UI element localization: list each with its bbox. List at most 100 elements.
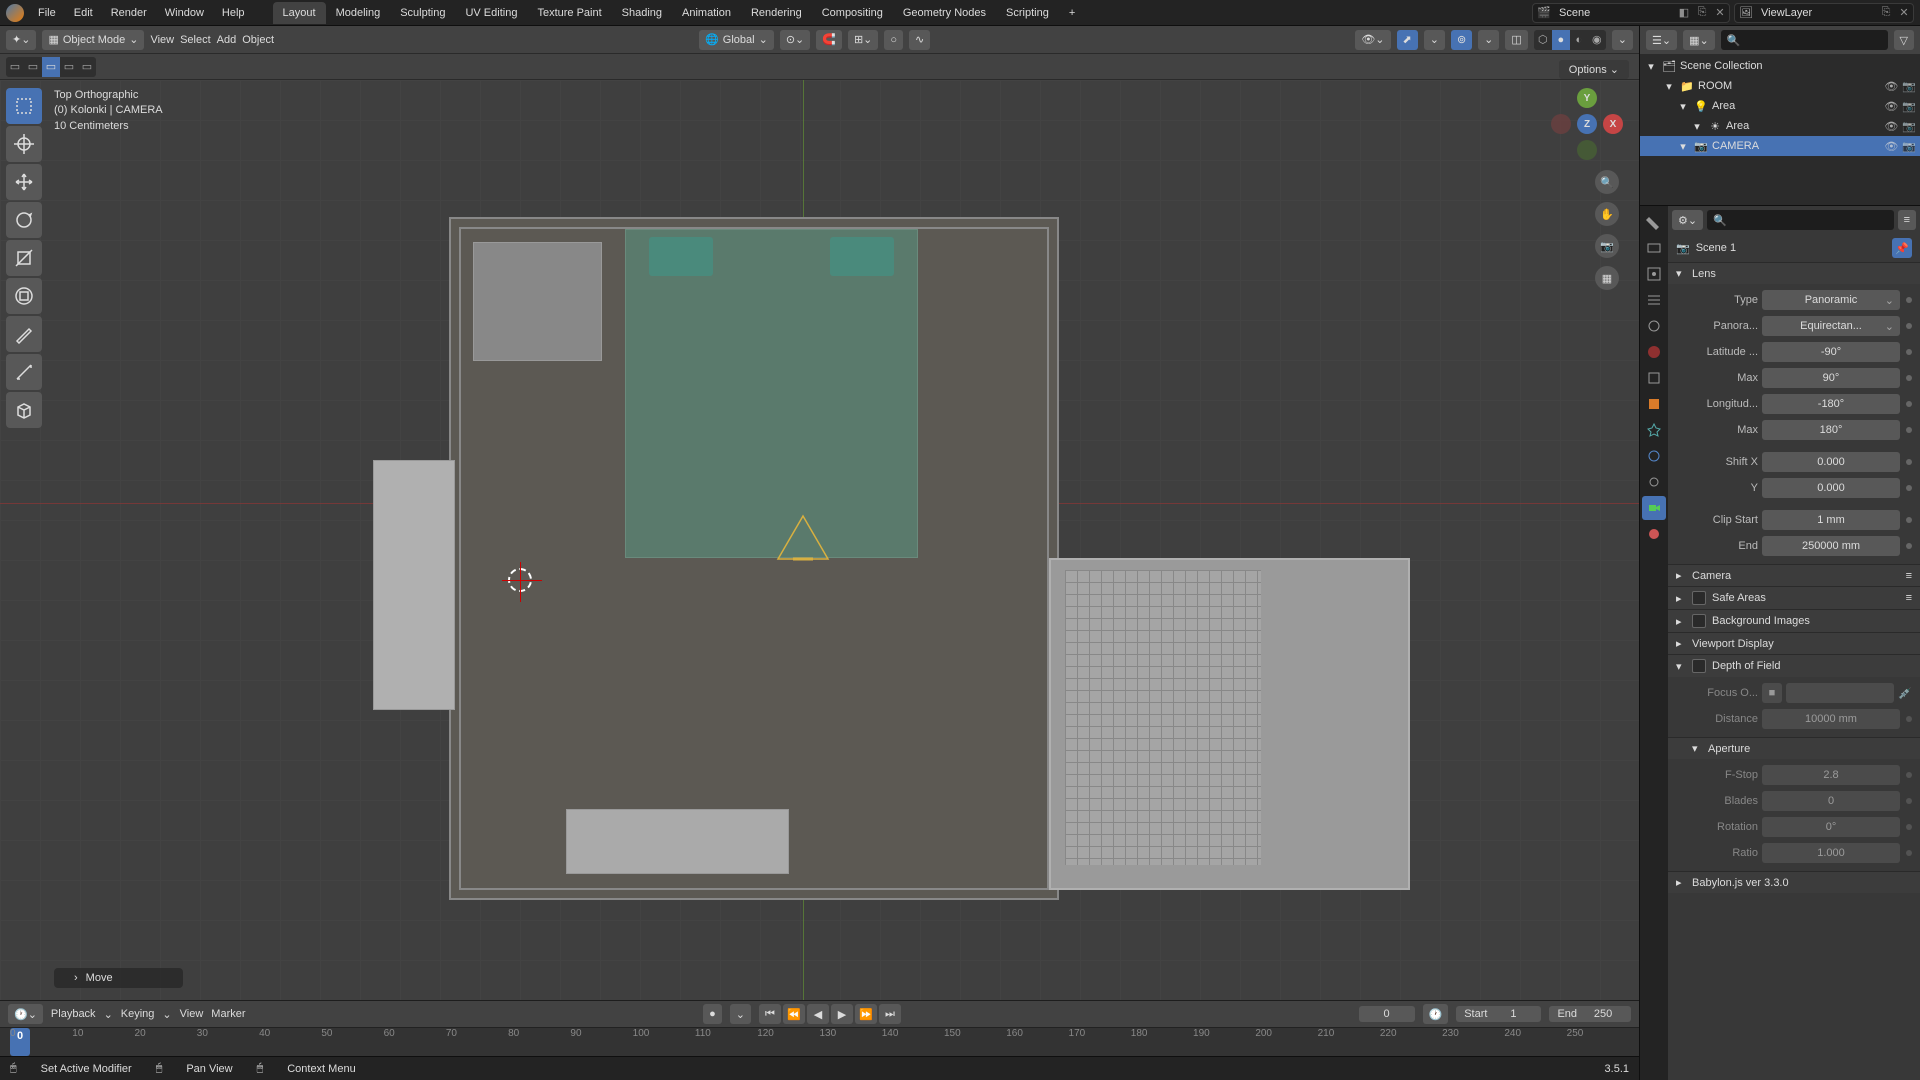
- outliner-editor-type[interactable]: ☰⌄: [1646, 30, 1677, 50]
- disclosure-icon[interactable]: ▾: [1676, 139, 1690, 153]
- delete-scene-button[interactable]: ✕: [1711, 6, 1729, 19]
- scene-browse-icon[interactable]: ◧: [1675, 6, 1693, 19]
- visibility-dropdown[interactable]: 👁⌄: [1355, 30, 1390, 50]
- tl-menu-keying[interactable]: Keying: [121, 1008, 155, 1020]
- disclosure-icon[interactable]: ▾: [1662, 79, 1676, 93]
- field-shift-x[interactable]: 0.000: [1762, 452, 1900, 472]
- header-view[interactable]: View: [150, 34, 174, 46]
- dof-checkbox[interactable]: [1692, 659, 1706, 673]
- ptab-scene[interactable]: [1642, 314, 1666, 338]
- ptab-tool[interactable]: [1642, 210, 1666, 234]
- render-icon[interactable]: 📷: [1902, 100, 1916, 113]
- pin-toggle[interactable]: 📌: [1892, 238, 1912, 258]
- field-focus-object-name[interactable]: [1786, 683, 1894, 703]
- field-lat-max[interactable]: 90°: [1762, 368, 1900, 388]
- options-dropdown[interactable]: Options ⌄: [1559, 60, 1629, 79]
- scene-name-input[interactable]: [1555, 7, 1675, 19]
- autokey-options[interactable]: ⌄: [730, 1004, 751, 1024]
- bg-images-checkbox[interactable]: [1692, 614, 1706, 628]
- anim-dot[interactable]: [1906, 349, 1912, 355]
- anim-dot[interactable]: [1906, 297, 1912, 303]
- snap-toggle[interactable]: 🧲: [816, 30, 842, 50]
- autokey-toggle[interactable]: ●: [703, 1004, 722, 1024]
- anim-dot[interactable]: [1906, 798, 1912, 804]
- props-search[interactable]: 🔍: [1707, 210, 1894, 230]
- tab-scripting[interactable]: Scripting: [996, 2, 1059, 24]
- outliner-search[interactable]: 🔍: [1721, 30, 1888, 50]
- tl-menu-marker[interactable]: Marker: [211, 1008, 245, 1020]
- tab-rendering[interactable]: Rendering: [741, 2, 812, 24]
- rotate-tool[interactable]: [6, 202, 42, 238]
- field-lon-min[interactable]: -180°: [1762, 394, 1900, 414]
- header-object[interactable]: Object: [242, 34, 274, 46]
- tab-sculpting[interactable]: Sculpting: [390, 2, 455, 24]
- cursor-tool[interactable]: [6, 126, 42, 162]
- menu-help[interactable]: Help: [214, 3, 253, 23]
- delete-viewlayer-button[interactable]: ✕: [1895, 6, 1913, 19]
- new-viewlayer-button[interactable]: ⎘: [1877, 6, 1895, 19]
- key-prev-button[interactable]: ⏪: [783, 1004, 805, 1024]
- eye-icon[interactable]: 👁: [1884, 80, 1898, 93]
- render-icon[interactable]: 📷: [1902, 120, 1916, 133]
- panel-dof-header[interactable]: ▾Depth of Field: [1668, 655, 1920, 677]
- tab-uvediting[interactable]: UV Editing: [455, 2, 527, 24]
- anim-dot[interactable]: [1906, 375, 1912, 381]
- tree-item[interactable]: ▾📁ROOM👁📷: [1640, 76, 1920, 96]
- viewport-canvas[interactable]: Top Orthographic (0) Kolonki | CAMERA 10…: [0, 80, 1639, 1000]
- gizmo-neg-y-icon[interactable]: [1577, 140, 1597, 160]
- anim-dot[interactable]: [1906, 401, 1912, 407]
- measure-tool[interactable]: [6, 354, 42, 390]
- last-operator-panel[interactable]: › Move: [54, 968, 183, 988]
- ptab-output[interactable]: [1642, 262, 1666, 286]
- field-lens-type[interactable]: Panoramic: [1762, 290, 1900, 310]
- transform-tool[interactable]: [6, 278, 42, 314]
- new-scene-button[interactable]: ⎘: [1693, 6, 1711, 19]
- timeline-track[interactable]: 0 01020304050607080901001101201301401501…: [0, 1027, 1639, 1056]
- panel-bg-header[interactable]: ▸Background Images: [1668, 610, 1920, 632]
- tree-item[interactable]: ▾☀Area👁📷: [1640, 116, 1920, 136]
- panel-camera-header[interactable]: ▸Camera≡: [1668, 565, 1920, 586]
- panel-aperture-header[interactable]: ▾Aperture: [1668, 738, 1920, 759]
- menu-edit[interactable]: Edit: [66, 3, 101, 23]
- jump-start-button[interactable]: ⏮: [759, 1004, 781, 1024]
- proportional-toggle[interactable]: ○: [884, 30, 903, 50]
- disclosure-icon[interactable]: ▾: [1690, 119, 1704, 133]
- field-clip-end[interactable]: 250000 mm: [1762, 536, 1900, 556]
- snap-options[interactable]: ⊞⌄: [848, 30, 878, 50]
- render-icon[interactable]: 📷: [1902, 80, 1916, 93]
- gizmo-options[interactable]: ⌄: [1424, 30, 1445, 50]
- scale-tool[interactable]: [6, 240, 42, 276]
- jump-end-button[interactable]: ⏭: [879, 1004, 901, 1024]
- select-box-tool[interactable]: [6, 88, 42, 124]
- zoom-icon[interactable]: 🔍: [1595, 170, 1619, 194]
- tab-texturepaint[interactable]: Texture Paint: [527, 2, 611, 24]
- clock-icon[interactable]: 🕐: [1423, 1004, 1449, 1024]
- navigation-gizmo[interactable]: Z Y X: [1551, 88, 1623, 160]
- field-fstop[interactable]: 2.8: [1762, 765, 1900, 785]
- orientation-selector[interactable]: 🌐 Global ⌄: [699, 30, 774, 50]
- field-clip-start[interactable]: 1 mm: [1762, 510, 1900, 530]
- field-focus-object[interactable]: ■: [1762, 683, 1782, 703]
- camera-view-icon[interactable]: 📷: [1595, 234, 1619, 258]
- gizmo-y-icon[interactable]: Y: [1577, 88, 1597, 108]
- camera-object[interactable]: [768, 511, 838, 569]
- viewlayer-name-input[interactable]: [1757, 7, 1877, 19]
- shade-rendered[interactable]: ◉: [1588, 30, 1606, 50]
- ptab-viewlayer[interactable]: [1642, 288, 1666, 312]
- anim-dot[interactable]: [1906, 427, 1912, 433]
- shade-wireframe[interactable]: ⬡: [1534, 30, 1552, 50]
- field-ratio[interactable]: 1.000: [1762, 843, 1900, 863]
- shade-solid[interactable]: ●: [1552, 30, 1570, 50]
- ptab-material[interactable]: [1642, 522, 1666, 546]
- anim-dot[interactable]: [1906, 485, 1912, 491]
- anim-dot[interactable]: [1906, 772, 1912, 778]
- anim-dot[interactable]: [1906, 716, 1912, 722]
- current-frame-field[interactable]: [1359, 1006, 1415, 1022]
- render-icon[interactable]: 📷: [1902, 140, 1916, 153]
- safe-areas-checkbox[interactable]: [1692, 591, 1706, 605]
- breadcrumb-label[interactable]: Scene 1: [1696, 242, 1736, 254]
- field-focus-distance[interactable]: 10000 mm: [1762, 709, 1900, 729]
- panel-viewport-header[interactable]: ▸Viewport Display: [1668, 633, 1920, 654]
- tree-item[interactable]: ▾📷CAMERA👁📷: [1640, 136, 1920, 156]
- gizmo-neg-x-icon[interactable]: [1551, 114, 1571, 134]
